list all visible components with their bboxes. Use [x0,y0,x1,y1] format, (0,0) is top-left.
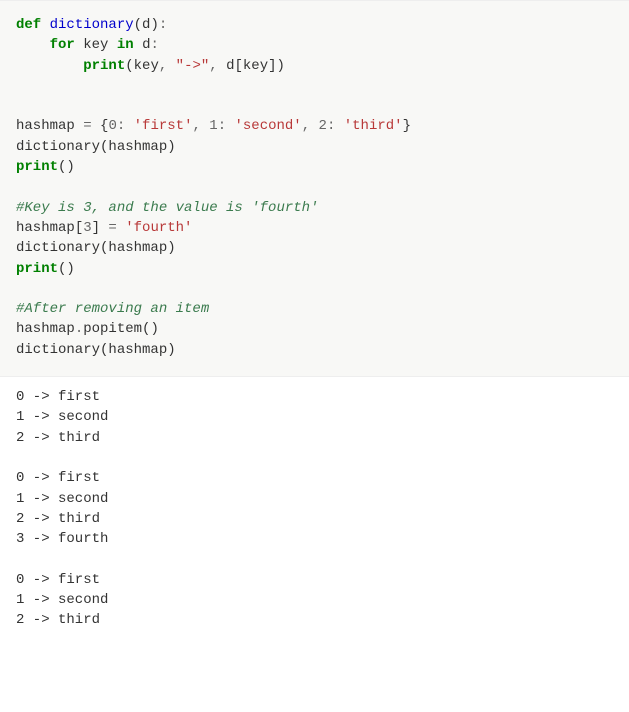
code-line: print() [16,259,613,279]
code-line: dictionary(hashmap) [16,340,613,360]
var-name: hashmap [16,321,75,337]
lparen: ( [134,17,142,33]
string-literal: 'third' [344,118,403,134]
int-literal: 2 [319,118,327,134]
code-line: dictionary(hashmap) [16,137,613,157]
lbracket: [ [235,58,243,74]
comment: #Key is 3, and the value is 'fourth' [16,200,318,216]
code-line: #After removing an item [16,299,613,319]
int-literal: 0 [108,118,116,134]
arg: key [134,58,159,74]
method-name: popitem [83,321,142,337]
code-line: print(key, "->", d[key]) [16,56,613,76]
code-line: #Key is 3, and the value is 'fourth' [16,198,613,218]
func-call: dictionary [16,240,100,256]
arg: d [226,58,234,74]
func-name: dictionary [50,17,134,33]
string-literal: 'fourth' [125,220,192,236]
comma: , [302,118,319,134]
output-line: 1 -> second [16,407,613,427]
string-literal: "->" [176,58,210,74]
index: key [243,58,268,74]
output-line: 0 -> first [16,570,613,590]
indent [16,58,83,74]
rparen: ) [150,321,158,337]
code-line: hashmap = {0: 'first', 1: 'second', 2: '… [16,116,613,136]
loop-var: key [83,37,108,53]
dot: . [75,321,83,337]
rparen: ) [66,159,74,175]
code-line: hashmap.popitem() [16,319,613,339]
rparen: ) [167,240,175,256]
rparen: ) [150,17,158,33]
output-line: 0 -> first [16,387,613,407]
code-line: print() [16,157,613,177]
int-literal: 3 [83,220,91,236]
comment: #After removing an item [16,301,209,317]
arg: hashmap [108,139,167,155]
rparen: ) [167,139,175,155]
indent [16,37,50,53]
code-line: def dictionary(d): [16,15,613,35]
code-line: hashmap[3] = 'fourth' [16,218,613,238]
blank-line [16,448,613,468]
output-line: 2 -> third [16,428,613,448]
rbrace: } [403,118,411,134]
assign: = [100,220,125,236]
comma: , [159,58,176,74]
colon: : [218,118,235,134]
keyword-in: in [117,37,134,53]
blank-line [16,177,613,197]
colon: : [117,118,134,134]
code-cell: def dictionary(d): for key in d: print(k… [0,0,629,377]
colon: : [327,118,344,134]
int-literal: 1 [209,118,217,134]
rbracket: ] [92,220,100,236]
output-line: 1 -> second [16,590,613,610]
code-line: dictionary(hashmap) [16,238,613,258]
rparen: ) [66,261,74,277]
output-cell: 0 -> first 1 -> second 2 -> third 0 -> f… [0,377,629,647]
colon: : [150,37,158,53]
string-literal: 'second' [235,118,302,134]
code-line: for key in d: [16,35,613,55]
arg: hashmap [108,342,167,358]
builtin-print: print [16,159,58,175]
blank-line [16,96,613,116]
rbracket: ] [268,58,276,74]
rparen: ) [167,342,175,358]
func-call: dictionary [16,139,100,155]
builtin-print: print [16,261,58,277]
colon: : [159,17,167,33]
lparen: ( [125,58,133,74]
func-call: dictionary [16,342,100,358]
output-line: 2 -> third [16,610,613,630]
comma: , [209,58,226,74]
keyword-def: def [16,17,41,33]
output-line: 0 -> first [16,468,613,488]
var-name: hashmap [16,118,75,134]
assign: = [75,118,100,134]
blank-line [16,279,613,299]
keyword-for: for [50,37,75,53]
output-line: 2 -> third [16,509,613,529]
output-line: 1 -> second [16,489,613,509]
rparen: ) [277,58,285,74]
var-name: hashmap [16,220,75,236]
builtin-print: print [83,58,125,74]
string-literal: 'first' [134,118,193,134]
lbracket: [ [75,220,83,236]
output-line: 3 -> fourth [16,529,613,549]
blank-line [16,549,613,569]
blank-line [16,76,613,96]
arg: hashmap [108,240,167,256]
comma: , [192,118,209,134]
